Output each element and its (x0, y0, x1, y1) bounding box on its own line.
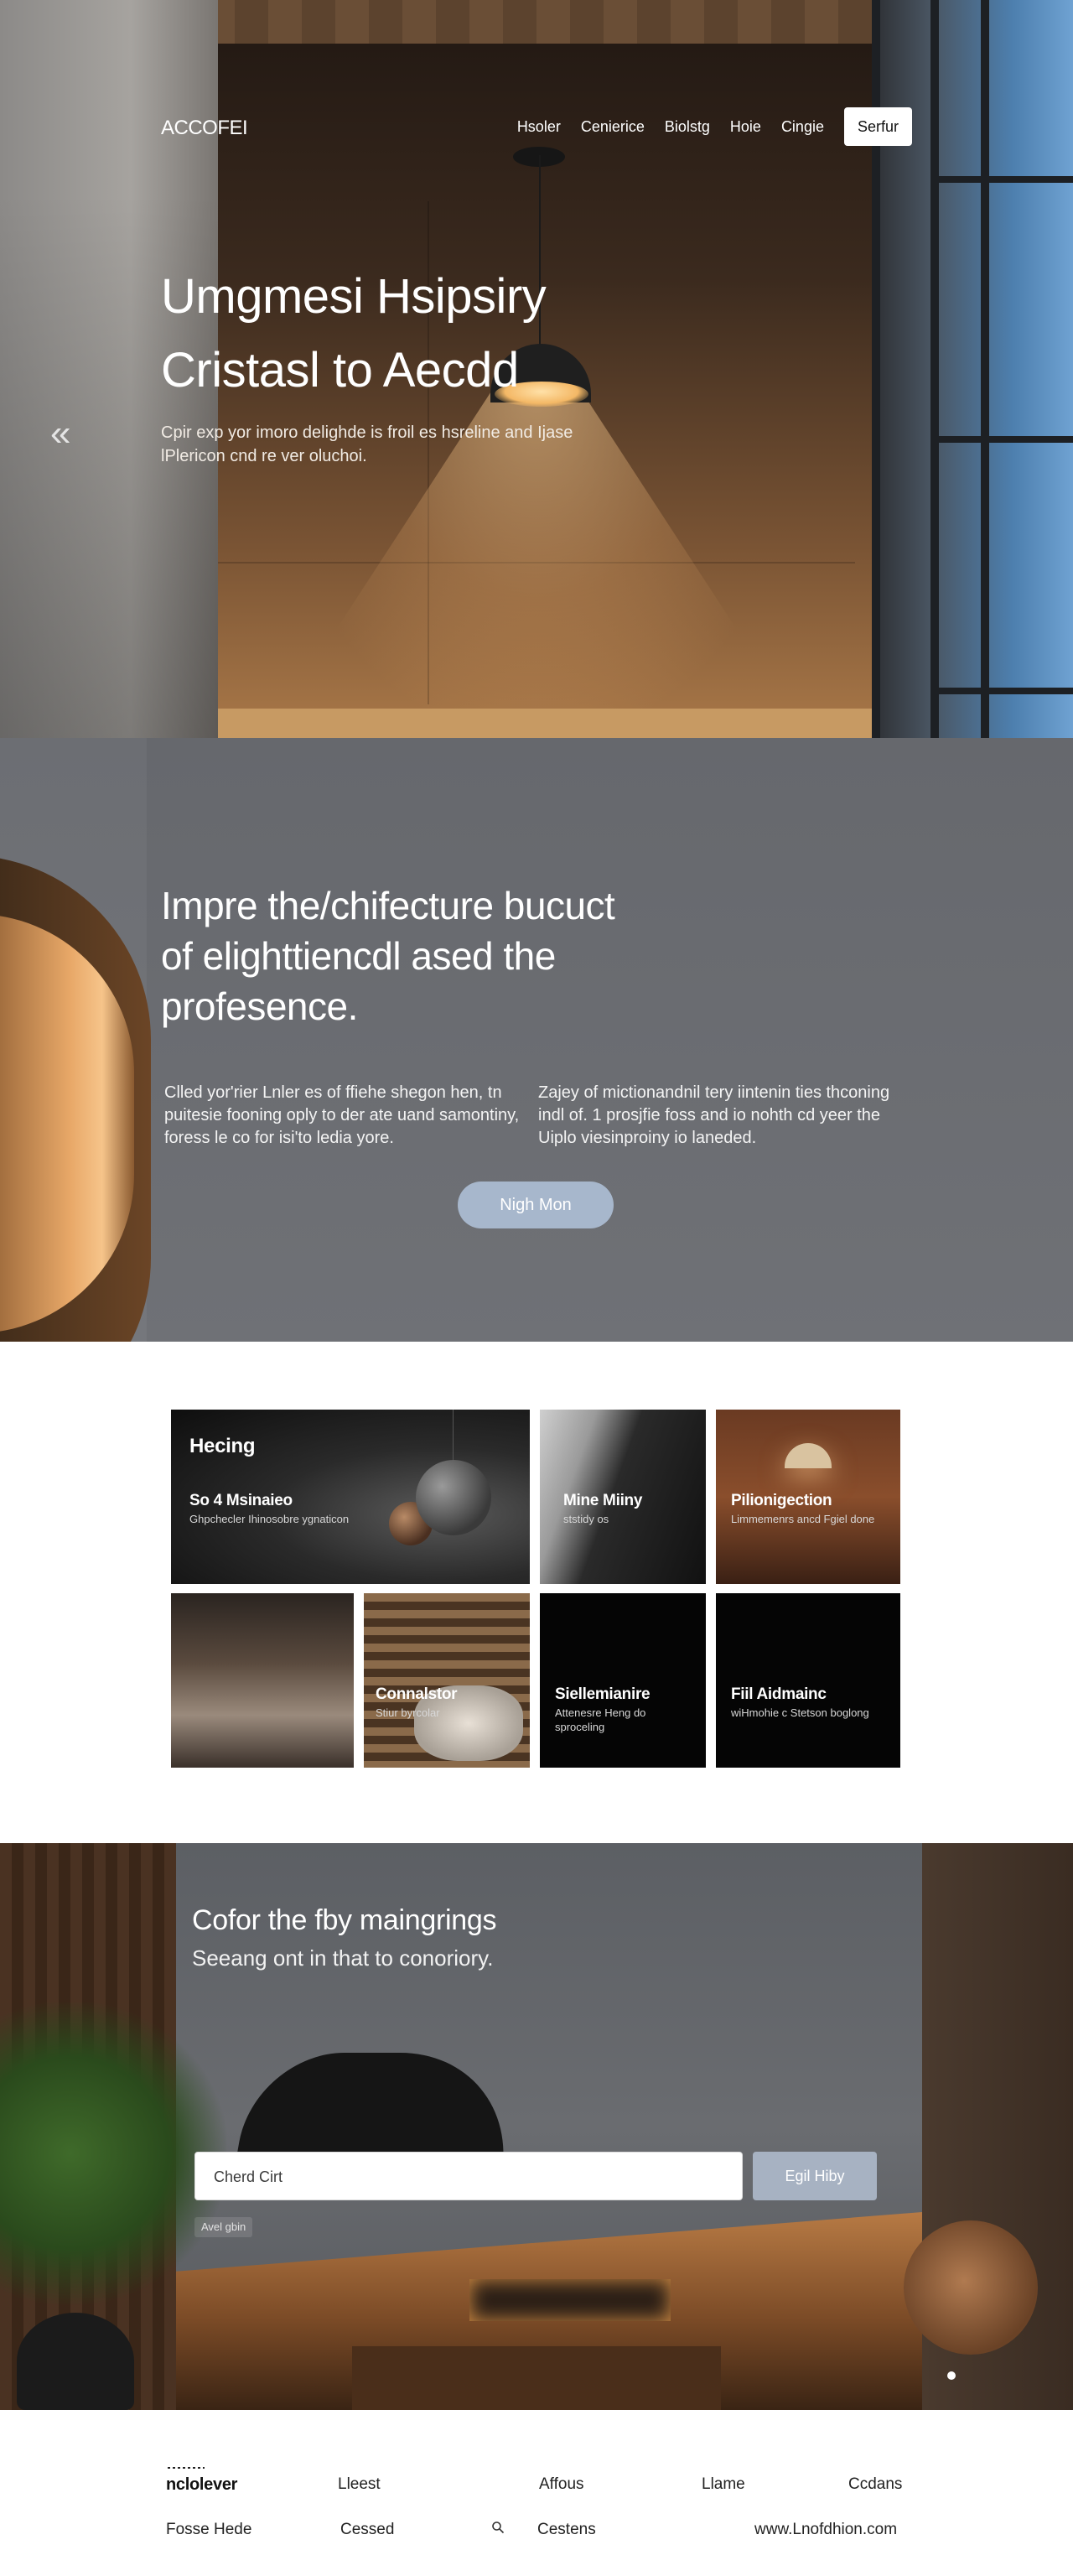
about-button[interactable]: Nigh Mon (458, 1182, 614, 1228)
nav-links: Hsoler Cenierice Biolstg Hoie Cingie Ser… (517, 107, 912, 146)
search-icon[interactable] (491, 2521, 505, 2534)
gallery-tile-desc: Stiur byrcolar (376, 1706, 440, 1719)
cta-section: Cofor the fby maingrings Seeang ont in t… (0, 1843, 1073, 2410)
hero-subtitle: Cpir exp yor imoro delighde is froil es … (161, 423, 573, 465)
window-transom (930, 436, 1073, 443)
about-column-right: Zajey of mictionandnil tery iintenin tie… (538, 1083, 890, 1147)
lamp-cord (453, 1410, 454, 1460)
gallery-tile-title: Siellemianire (555, 1685, 651, 1703)
gallery-tile[interactable]: Siellemianire Attenesre Heng do sproceli… (540, 1593, 706, 1768)
gallery-tile-title: Connalstor (376, 1685, 458, 1703)
gallery-tile-title: Pilionigection (731, 1492, 832, 1509)
nav-link-5[interactable]: Cingie (781, 118, 824, 136)
email-field[interactable]: Cherd Cirt (194, 2152, 743, 2200)
site-logo[interactable]: ACCOFEI (161, 117, 248, 140)
gallery-tile[interactable]: Pilionigection Limmemenrs ancd Fgiel don… (716, 1410, 900, 1584)
gallery-tile-desc: Limmemenrs ancd Fgiel done (731, 1513, 875, 1525)
about-panel (147, 738, 1073, 1342)
gallery-tile-desc: ststidy os (563, 1513, 609, 1525)
footer-link[interactable]: Cessed (340, 2521, 394, 2539)
gallery-tile-desc: Attenesre Heng do sproceling (555, 1706, 646, 1733)
window-mullion (981, 0, 989, 738)
gallery-featured-title: Hecing (189, 1435, 256, 1457)
hero-title-line2: Cristasl to Aecdd (161, 343, 519, 397)
cta-tagline: Seeang ont in that to conoriory. (192, 1945, 494, 1971)
footer-link[interactable]: Affous (539, 2475, 584, 2494)
window-transom (930, 176, 1073, 183)
window-transom (930, 688, 1073, 694)
footer-link[interactable]: Llame (702, 2475, 745, 2494)
submit-button[interactable]: Egil Hiby (753, 2152, 877, 2200)
gallery-tile-title: Mine Miiny (563, 1492, 643, 1509)
cta-heading: Cofor the fby maingrings (192, 1904, 497, 1936)
gallery-tile[interactable]: Mine Miiny ststidy os (540, 1410, 706, 1584)
sideboard (352, 2346, 721, 2410)
gallery-tile[interactable]: Fiil Aidmainc wiHmohie c Stetson boglong (716, 1593, 900, 1768)
nav-link-1[interactable]: Hsoler (517, 118, 561, 136)
hero-title: Umgmesi Hsipsiry Cristasl to Aecdd (161, 260, 748, 408)
footer-brand[interactable]: nclolever (166, 2475, 237, 2495)
plant-pot (17, 2313, 134, 2410)
about-column-left: Clled yor'rier Lnler es of ffiehe shegon… (164, 1083, 520, 1147)
footer: nclolever Lleest Affous Llame Ccdans Fos… (0, 2410, 1073, 2576)
plant (0, 2002, 226, 2304)
hero-title-line1: Umgmesi Hsipsiry (161, 269, 547, 324)
hero-floor (184, 709, 872, 738)
window-mullion (930, 0, 939, 738)
lamp-shade (785, 1443, 832, 1468)
gallery-tile-title: Fiil Aidmainc (731, 1685, 827, 1703)
gallery-tile[interactable] (171, 1593, 354, 1768)
gallery-tile-featured[interactable]: Hecing So 4 Msinaieo Ghpchecler Ihinosob… (171, 1410, 530, 1584)
hero-section: ACCOFEI Hsoler Cenierice Biolstg Hoie Ci… (0, 0, 1073, 738)
pendant-sphere (416, 1460, 491, 1535)
gallery-tile-desc: wiHmohie c Stetson boglong (731, 1706, 869, 1719)
chair (904, 2220, 1038, 2355)
footer-website[interactable]: www.Lnofdhion.com (754, 2521, 897, 2539)
nav-link-4[interactable]: Hoie (730, 118, 761, 136)
nav-link-3[interactable]: Biolstg (665, 118, 710, 136)
gallery-featured-desc: Ghpchecler Ihinosobre ygnaticon (189, 1513, 350, 1525)
carousel-prev-icon[interactable]: « (50, 411, 70, 456)
footer-link[interactable]: Cestens (537, 2521, 596, 2539)
footer-brand-mark (168, 2467, 205, 2469)
gallery-section: Hecing So 4 Msinaieo Ghpchecler Ihinosob… (0, 1342, 1073, 1843)
footer-link[interactable]: Lleest (338, 2475, 381, 2494)
carousel-dot[interactable] (947, 2371, 956, 2380)
footer-link[interactable]: Fosse Hede (166, 2521, 251, 2539)
about-heading: Impre the/chifecture bucuct of elighttie… (161, 884, 615, 1028)
fireplace (469, 2279, 671, 2321)
gallery-tile[interactable]: Connalstor Stiur byrcolar (364, 1593, 530, 1768)
about-section: Impre the/chifecture bucuct of elighttie… (0, 738, 1073, 1342)
footer-link[interactable]: Ccdans (848, 2475, 902, 2494)
top-nav: ACCOFEI Hsoler Cenierice Biolstg Hoie Ci… (161, 107, 912, 146)
gallery-featured-subtitle: So 4 Msinaieo (189, 1492, 293, 1509)
nav-cta-button[interactable]: Serfur (843, 107, 912, 146)
form-hint: Avel gbin (194, 2217, 253, 2237)
nav-link-2[interactable]: Cenierice (581, 118, 645, 136)
